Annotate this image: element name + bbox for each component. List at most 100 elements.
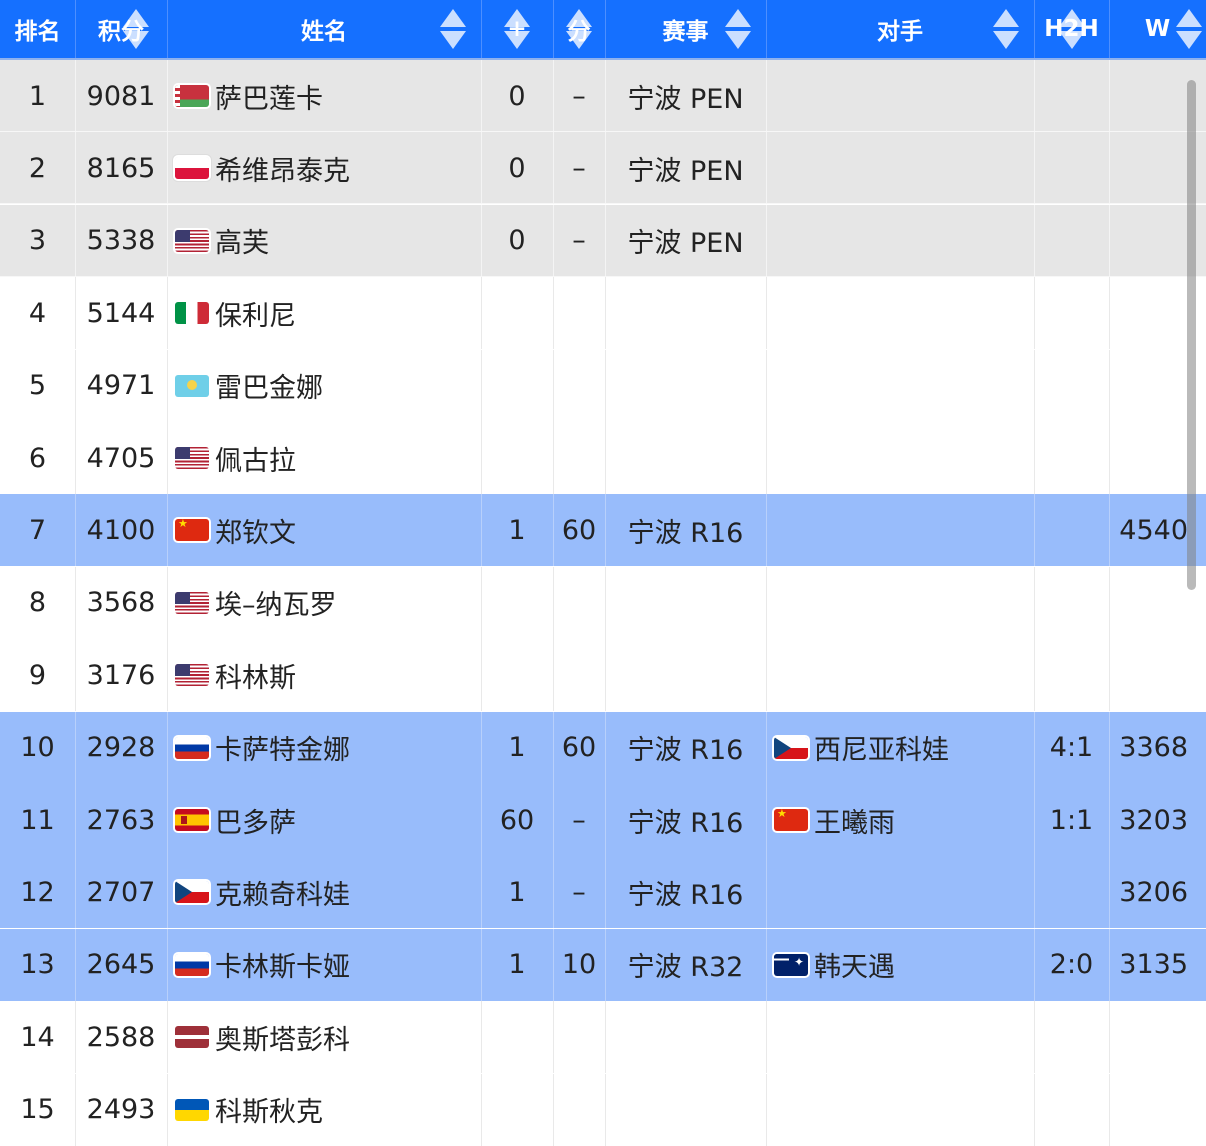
player-name: 奥斯塔彭科 [215,1024,350,1056]
player-name: 郑钦文 [215,517,296,549]
country-flag-icon [175,302,209,325]
player-name: 科斯秋克 [215,1097,323,1129]
country-flag-icon [175,881,209,904]
plus-cell: 1 [508,876,526,908]
score-cell: – [572,80,586,112]
points-cell: 2645 [86,949,156,981]
opponent-cell: 西尼亚科娃 [766,712,1034,784]
event-cell [605,1074,766,1146]
h2h-cell: 4:1 [1049,732,1094,764]
player-name: 巴多萨 [215,807,296,839]
table-row[interactable]: 10 2928 卡萨特金娜 1 60 宁波 R16 西尼亚科娃 4:1 3368 [0,711,1206,784]
header-rank[interactable]: 排名 [0,0,75,58]
event-cell: 宁波 R16 [627,807,744,839]
table-header: 排名 积分 姓名 + 分 赛事 对手 H2H W [0,0,1206,60]
table-row[interactable]: 7 4100 郑钦文 1 60 宁波 R16 4540 [0,494,1206,567]
table-row[interactable]: 9 3176 科林斯 [0,639,1206,712]
plus-cell: 1 [508,514,526,546]
event-cell [605,350,766,422]
w-cell: 3206 [1119,876,1188,908]
score-cell [553,567,605,639]
h2h-cell [1034,422,1109,494]
h2h-cell: 2:0 [1049,949,1094,981]
h2h-cell [1034,1001,1109,1073]
points-cell: 2928 [86,732,156,764]
table-row[interactable]: 3 5338 高芙 0 – 宁波 PEN [0,204,1206,277]
table-row[interactable]: 12 2707 克赖奇科娃 1 – 宁波 R16 3206 [0,856,1206,929]
h2h-cell [1034,350,1109,422]
rank-cell: 4 [28,297,47,329]
player-cell: 高芙 [167,205,481,277]
h2h-cell [1034,132,1109,204]
event-cell: 宁波 R16 [627,879,744,911]
score-cell [553,1001,605,1073]
points-cell: 3176 [86,659,156,691]
player-name: 克赖奇科娃 [215,879,350,911]
points-cell: 4971 [86,370,156,402]
country-flag-icon [175,229,209,252]
sort-name-icon[interactable] [440,6,466,52]
sort-opponent-icon[interactable] [993,6,1019,52]
event-cell [605,277,766,349]
event-cell: 宁波 PEN [627,228,744,260]
table-row[interactable]: 8 3568 埃–纳瓦罗 [0,566,1206,639]
table-row[interactable]: 13 2645 卡林斯卡娅 1 10 宁波 R32 韩天遇 2:0 3135 [0,928,1206,1001]
sort-plus-icon[interactable] [504,6,530,52]
header-name[interactable]: 姓名 [167,0,481,58]
country-flag-icon [175,953,209,976]
opponent-flag-icon [774,953,808,976]
country-flag-icon [175,447,209,469]
opponent-cell: 韩天遇 [766,929,1034,1001]
opponent-cell [766,422,1034,494]
player-cell: 埃–纳瓦罗 [167,567,481,639]
points-cell: 5338 [86,225,156,257]
score-cell [553,422,605,494]
opponent-cell [766,132,1034,204]
points-cell: 5144 [86,297,156,329]
sort-w-icon[interactable] [1176,6,1202,52]
vertical-scrollbar[interactable] [1187,80,1196,590]
plus-cell: 60 [499,804,535,836]
event-cell: 宁波 R16 [627,517,744,549]
opponent-cell [766,60,1034,132]
h2h-cell [1034,639,1109,711]
table-row[interactable]: 1 9081 萨巴莲卡 0 – 宁波 PEN [0,60,1206,132]
plus-cell [481,277,553,349]
score-cell [553,350,605,422]
country-flag-icon [175,1098,209,1121]
player-name: 卡林斯卡娅 [215,952,350,984]
rank-cell: 3 [28,225,47,257]
opponent-flag-icon [774,736,808,759]
sort-points-icon[interactable] [123,6,149,52]
sort-score-icon[interactable] [566,6,592,52]
w-cell: 3368 [1119,732,1188,764]
plus-cell: 0 [508,152,526,184]
event-cell: 宁波 R16 [627,735,744,767]
player-name: 科林斯 [215,662,296,694]
score-cell [553,639,605,711]
country-flag-icon [175,809,209,831]
table-row[interactable]: 11 2763 巴多萨 60 – 宁波 R16 王曦雨 1:1 3203 [0,784,1206,856]
sort-h2h-icon[interactable] [1059,6,1085,52]
score-cell: 60 [561,732,597,764]
header-points[interactable]: 积分 [75,0,167,58]
sort-event-icon[interactable] [725,6,751,52]
plus-cell [481,639,553,711]
opponent-flag-icon [774,809,808,831]
plus-cell: 0 [508,80,526,112]
score-cell [553,277,605,349]
plus-cell [481,1001,553,1073]
player-cell: 卡萨特金娜 [167,712,481,784]
rank-cell: 7 [28,514,47,546]
table-row[interactable]: 6 4705 佩古拉 [0,422,1206,494]
table-row[interactable]: 15 2493 科斯秋克 [0,1073,1206,1146]
table-row[interactable]: 4 5144 保利尼 [0,277,1206,350]
opponent-name: 韩天遇 [814,952,895,984]
event-cell [605,1001,766,1073]
table-row[interactable]: 2 8165 希维昂泰克 0 – 宁波 PEN [0,132,1206,205]
event-cell [605,639,766,711]
table-row[interactable]: 5 4971 雷巴金娜 [0,349,1206,422]
opponent-cell [766,856,1034,928]
table-row[interactable]: 14 2588 奥斯塔彭科 [0,1001,1206,1074]
rank-cell: 13 [20,949,55,981]
